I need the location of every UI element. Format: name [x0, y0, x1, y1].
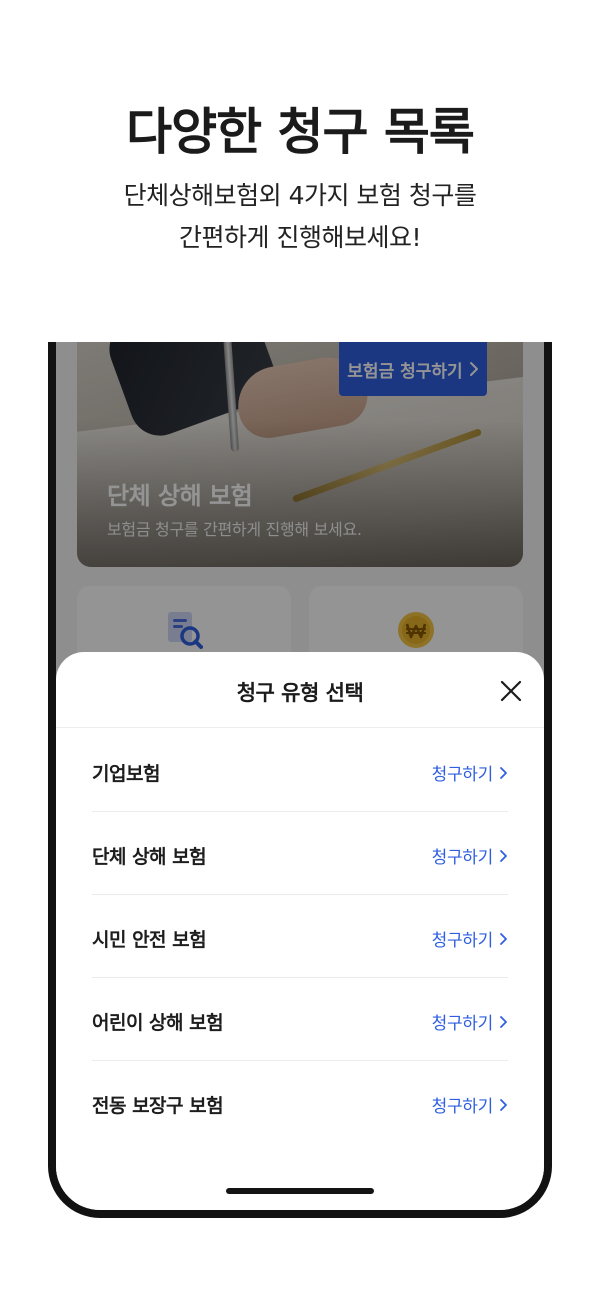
promo-subtitle-line2: 간편하게 진행해보세요! — [179, 223, 421, 252]
close-button[interactable] — [494, 674, 528, 708]
claim-action[interactable]: 청구하기 — [432, 1092, 508, 1117]
claim-action-label: 청구하기 — [431, 848, 494, 868]
promo-title: 다양한 청구 목록 — [126, 103, 475, 161]
claim-action[interactable]: 청구하기 — [432, 926, 508, 951]
claim-type-item-child-accident[interactable]: 어린이 상해 보험 청구하기 — [92, 978, 508, 1061]
claim-action[interactable]: 청구하기 — [432, 760, 508, 785]
sheet-header: 청구 유형 선택 — [56, 652, 544, 728]
claim-type-bottom-sheet: 청구 유형 선택 기업보험 청구하기 단체 상해 보험 청구하기 시민 안전 보… — [56, 652, 544, 1210]
chevron-right-icon — [500, 849, 507, 862]
claim-type-label: 어린이 상해 보험 — [92, 1012, 224, 1034]
close-icon — [500, 680, 522, 702]
phone-frame: 보험금 청구하기 단체 상해 보험 보험금 청구를 간편하게 진행해 보세요. — [48, 342, 552, 1218]
app-screen: 보험금 청구하기 단체 상해 보험 보험금 청구를 간편하게 진행해 보세요. — [56, 342, 544, 1210]
claim-type-label: 전동 보장구 보험 — [92, 1095, 224, 1117]
claim-action[interactable]: 청구하기 — [432, 1009, 508, 1034]
claim-action[interactable]: 청구하기 — [432, 843, 508, 868]
claim-type-item-group-accident[interactable]: 단체 상해 보험 청구하기 — [92, 812, 508, 895]
chevron-right-icon — [500, 932, 507, 945]
claim-action-label: 청구하기 — [431, 1097, 494, 1117]
claim-action-label: 청구하기 — [431, 931, 494, 951]
claim-type-label: 단체 상해 보험 — [92, 846, 207, 868]
promo-subtitle-line1: 단체상해보험외 4가지 보험 청구를 — [123, 181, 477, 210]
claim-type-item-citizen-safety[interactable]: 시민 안전 보험 청구하기 — [92, 895, 508, 978]
chevron-right-icon — [500, 1015, 507, 1028]
sheet-title: 청구 유형 선택 — [236, 681, 364, 705]
claim-type-label: 시민 안전 보험 — [92, 929, 207, 951]
claim-action-label: 청구하기 — [431, 765, 494, 785]
claim-type-item-corporate[interactable]: 기업보험 청구하기 — [92, 729, 508, 812]
claim-type-item-mobility-aid[interactable]: 전동 보장구 보험 청구하기 — [92, 1061, 508, 1144]
chevron-right-icon — [500, 766, 507, 779]
claim-type-list: 기업보험 청구하기 단체 상해 보험 청구하기 시민 안전 보험 청구하기 어린… — [92, 729, 508, 1144]
home-indicator — [226, 1188, 374, 1194]
claim-action-label: 청구하기 — [431, 1014, 494, 1034]
chevron-right-icon — [500, 1098, 507, 1111]
claim-type-label: 기업보험 — [92, 763, 160, 785]
